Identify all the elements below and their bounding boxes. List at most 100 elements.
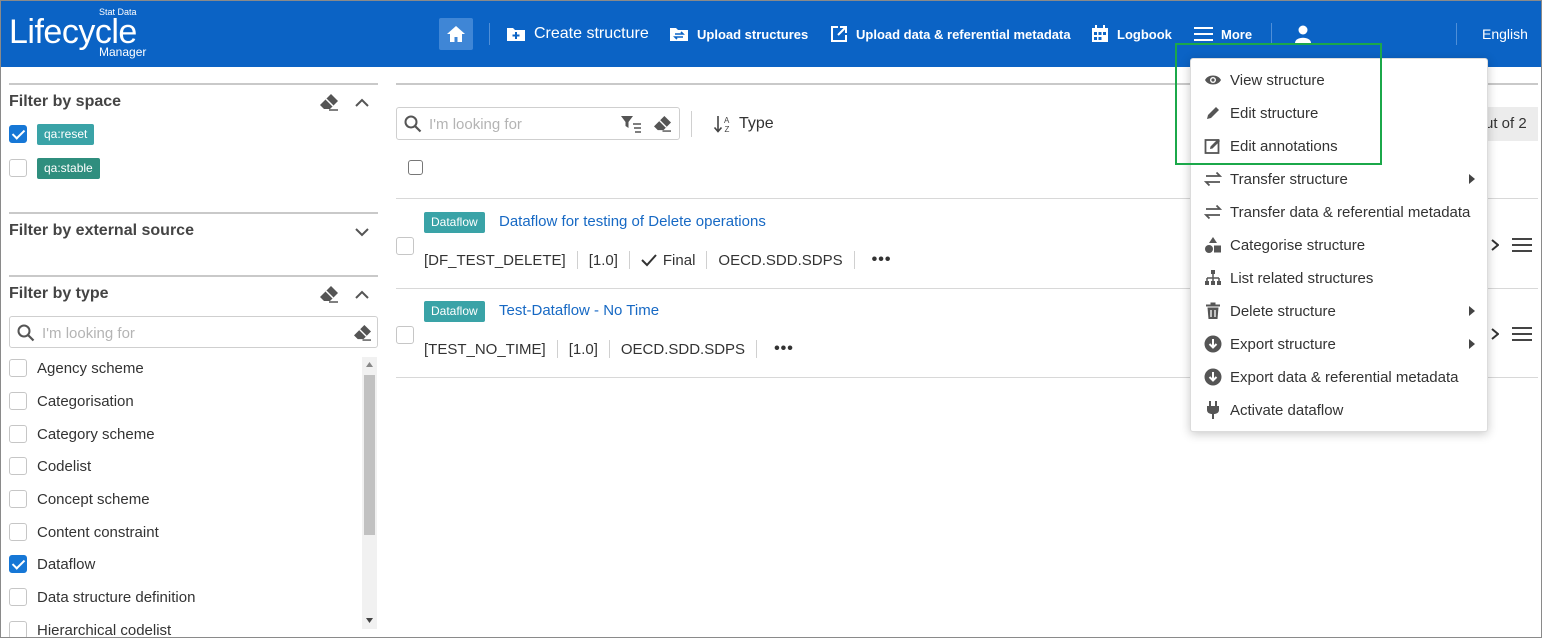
menu-export-data[interactable]: Export data & referential metadata <box>1191 362 1489 392</box>
app-logo[interactable]: Stat Data Lifecycle Manager <box>9 7 169 59</box>
type-checkbox[interactable] <box>9 392 27 410</box>
result-meta: [TEST_NO_TIME] [1.0] OECD.SDD.SDPS ••• <box>424 338 794 360</box>
filter-panel: Filter by space qa:reset qa:stable Filte… <box>1 67 386 637</box>
upload-structures-label: Upload structures <box>697 26 809 42</box>
type-option[interactable]: Agency scheme <box>9 356 144 380</box>
artefact-id: [TEST_NO_TIME] <box>424 340 546 358</box>
filter-type-title: Filter by type <box>9 285 109 302</box>
scroll-up-arrow-icon[interactable] <box>366 362 373 367</box>
eraser-icon[interactable] <box>318 92 340 112</box>
scroll-down-arrow-icon[interactable] <box>366 618 373 623</box>
type-list-scrollbar[interactable] <box>362 357 377 629</box>
search-icon <box>404 115 422 133</box>
type-checkbox[interactable] <box>9 425 27 443</box>
filter-space-title: Filter by space <box>9 93 122 110</box>
more-options-icon[interactable]: ••• <box>774 340 794 358</box>
artefact-agency: OECD.SDD.SDPS <box>620 340 746 358</box>
space-checkbox[interactable] <box>9 125 27 143</box>
menu-item-label: Transfer data & referential metadata <box>1230 203 1471 221</box>
chevron-down-icon[interactable] <box>351 222 373 242</box>
chevron-up-icon[interactable] <box>351 284 373 304</box>
more-options-icon[interactable]: ••• <box>872 251 892 269</box>
download-circle-icon <box>1203 367 1223 387</box>
type-option-label: Codelist <box>37 457 92 475</box>
meta-divider <box>608 340 610 358</box>
create-structure-button[interactable]: Create structure <box>506 21 649 47</box>
type-search-input[interactable] <box>42 322 342 344</box>
logbook-button[interactable]: Logbook <box>1091 21 1172 47</box>
logbook-label: Logbook <box>1117 26 1172 42</box>
row-checkbox[interactable] <box>396 326 414 344</box>
type-option-label: Content constraint <box>37 523 159 541</box>
menu-export-structure[interactable]: Export structure <box>1191 329 1489 359</box>
scrollbar-thumb[interactable] <box>364 375 375 535</box>
meta-divider <box>706 251 708 269</box>
type-option-label: Categorisation <box>37 392 134 410</box>
plug-icon <box>1203 400 1223 420</box>
svg-text:A: A <box>724 116 730 125</box>
user-icon <box>1295 25 1311 43</box>
section-divider <box>9 83 378 85</box>
meta-divider <box>853 251 855 269</box>
filter-list-icon[interactable] <box>621 115 641 133</box>
logo-bottom-text: Manager <box>99 45 147 59</box>
eraser-icon[interactable] <box>653 115 672 132</box>
type-option[interactable]: Dataflow <box>9 552 95 576</box>
home-button[interactable] <box>439 18 473 50</box>
download-circle-icon <box>1203 334 1223 354</box>
menu-delete-structure[interactable]: Delete structure <box>1191 296 1489 326</box>
type-checkbox[interactable] <box>9 457 27 475</box>
space-tag: qa:reset <box>37 124 95 145</box>
menu-list-related[interactable]: List related structures <box>1191 263 1489 293</box>
shapes-icon <box>1203 235 1223 255</box>
row-checkbox[interactable] <box>396 237 414 255</box>
meta-divider <box>576 251 578 269</box>
sort-alpha-icon: AZ <box>713 116 730 134</box>
type-option[interactable]: Codelist <box>9 454 91 478</box>
chevron-up-icon[interactable] <box>351 92 373 112</box>
menu-categorise-structure[interactable]: Categorise structure <box>1191 230 1489 260</box>
results-search-input[interactable] <box>429 113 609 135</box>
select-all-checkbox[interactable] <box>408 160 423 175</box>
dataflow-tag: Dataflow <box>424 301 485 322</box>
language-selector[interactable]: English <box>1482 21 1528 47</box>
sort-by-type-button[interactable]: AZ Type <box>713 113 774 135</box>
type-checkbox[interactable] <box>9 490 27 508</box>
result-meta: [DF_TEST_DELETE] [1.0] Final OECD.SDD.SD… <box>424 249 891 271</box>
eraser-icon[interactable] <box>318 284 340 304</box>
row-actions-menu-icon[interactable] <box>1511 324 1533 344</box>
app-window: Stat Data Lifecycle Manager Create struc… <box>0 0 1542 638</box>
menu-transfer-structure[interactable]: Transfer structure <box>1191 164 1489 194</box>
chevron-right-icon[interactable] <box>1489 235 1501 255</box>
search-icon <box>17 324 35 342</box>
eraser-icon[interactable] <box>353 324 372 341</box>
language-label: English <box>1482 26 1528 42</box>
type-option[interactable]: Content constraint <box>9 520 159 544</box>
submenu-caret-icon <box>1469 339 1475 349</box>
upload-data-button[interactable]: Upload data & referential metadata <box>830 21 1071 47</box>
type-checkbox[interactable] <box>9 523 27 541</box>
submenu-caret-icon <box>1469 306 1475 316</box>
space-checkbox[interactable] <box>9 159 27 177</box>
menu-transfer-data[interactable]: Transfer data & referential metadata <box>1191 197 1489 227</box>
type-option[interactable]: Concept scheme <box>9 487 150 511</box>
row-actions-menu-icon[interactable] <box>1511 235 1533 255</box>
hierarchy-icon <box>1203 268 1223 288</box>
result-title-link[interactable]: Dataflow for testing of Delete operation… <box>499 213 766 230</box>
type-checkbox[interactable] <box>9 359 27 377</box>
type-checkbox[interactable] <box>9 588 27 606</box>
type-option[interactable]: Categorisation <box>9 389 134 413</box>
type-checkbox[interactable] <box>9 621 27 637</box>
upload-structures-button[interactable]: Upload structures <box>669 21 808 47</box>
type-option[interactable]: Category scheme <box>9 422 155 446</box>
chevron-right-icon[interactable] <box>1489 324 1501 344</box>
result-title-link[interactable]: Test-Dataflow - No Time <box>499 302 659 319</box>
checkmark-icon <box>641 254 657 267</box>
type-option[interactable]: Hierarchical codelist <box>9 618 171 637</box>
type-checkbox[interactable] <box>9 555 27 573</box>
artefact-id: [DF_TEST_DELETE] <box>424 251 566 269</box>
type-option-label: Concept scheme <box>37 490 150 508</box>
section-divider <box>9 212 378 214</box>
menu-activate-dataflow[interactable]: Activate dataflow <box>1191 395 1489 425</box>
type-option[interactable]: Data structure definition <box>9 585 195 609</box>
